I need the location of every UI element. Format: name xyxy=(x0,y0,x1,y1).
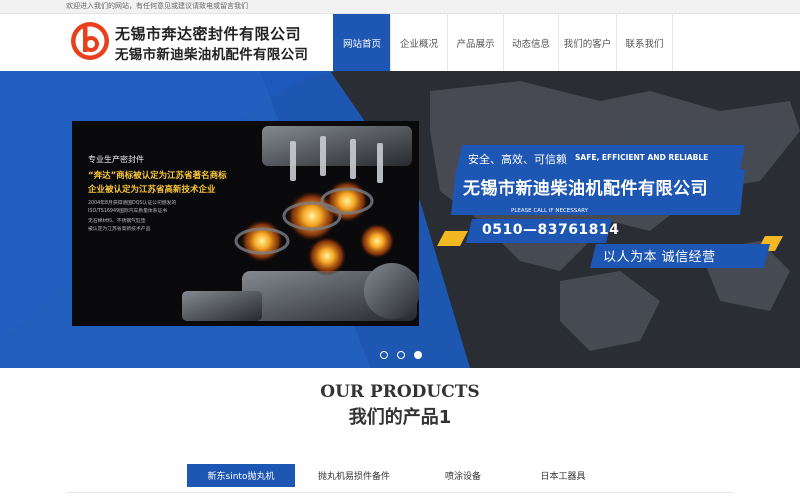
slider-dot-2[interactable] xyxy=(397,351,405,359)
banner-phone: 0510—83761814 xyxy=(482,222,620,238)
nav-news[interactable]: 动态信息 xyxy=(503,14,558,71)
hero-banner: 专业生产密封件 “奔达”商标被认定为江苏省著名商标 企业被认定为江苏省高新技术企… xyxy=(0,71,800,368)
engine-promo-image: 专业生产密封件 “奔达”商标被认定为江苏省著名商标 企业被认定为江苏省高新技术企… xyxy=(72,121,419,326)
company-name-primary: 无锡市奔达密封件有限公司 xyxy=(115,25,302,43)
banner-call-text: PLEASE CALL IF NECESSARY xyxy=(511,208,588,214)
engine-panel-small3: 无石棉材料、不锈钢气缸垫 xyxy=(88,219,146,224)
banner-company-name: 无锡市新迪柴油机配件有限公司 xyxy=(463,179,708,199)
engine-panel-small4: 被认定为江苏省高新技术产品 xyxy=(88,227,151,232)
products-section: OUR PRODUCTS 我们的产品1 新东sinto抛丸机 抛丸机易损件备件 … xyxy=(0,368,800,500)
tab-shot-blast-parts[interactable]: 抛丸机易损件备件 xyxy=(295,464,413,487)
nav-products[interactable]: 产品展示 xyxy=(447,14,503,71)
product-category-tabs: 新东sinto抛丸机 抛丸机易损件备件 喷涂设备 日本工器具 xyxy=(187,464,613,487)
engine-panel-line1: “奔达”商标被认定为江苏省著名商标 xyxy=(88,171,227,181)
engine-panel-title: 专业生产密封件 xyxy=(88,155,144,164)
main-nav: 网站首页 企业概况 产品展示 动态信息 我们的客户 联系我们 xyxy=(333,14,673,71)
tab-japan-tools[interactable]: 日本工器具 xyxy=(513,464,613,487)
engine-panel-line2: 企业被认定为江苏省高新技术企业 xyxy=(88,185,216,195)
company-logo-icon[interactable] xyxy=(70,21,110,61)
nav-contact[interactable]: 联系我们 xyxy=(616,14,673,71)
engine-panel-small1: 2004年8月获得德国DQS认证公司颁发的 xyxy=(88,201,177,206)
company-name-secondary: 无锡市新迪柴油机配件有限公司 xyxy=(115,47,309,63)
site-header: 无锡市奔达密封件有限公司 无锡市新迪柴油机配件有限公司 网站首页 企业概况 产品… xyxy=(0,14,800,71)
slider-dots xyxy=(380,351,422,359)
welcome-notice: 欢迎进入我们的网站，有任何意见或建议请致电或留言我们 xyxy=(66,2,248,10)
slider-dot-3[interactable] xyxy=(414,351,422,359)
engine-panel-small2: ISO/TS16949国际汽车质量体系证书 xyxy=(88,209,168,214)
products-title-cn: 我们的产品1 xyxy=(348,407,452,428)
banner-slogan-en: SAFE, EFFICIENT AND RELIABLE xyxy=(575,153,709,162)
nav-clients[interactable]: 我们的客户 xyxy=(558,14,616,71)
nav-home[interactable]: 网站首页 xyxy=(333,14,390,71)
tab-spray-equipment[interactable]: 喷涂设备 xyxy=(413,464,513,487)
nav-company-overview[interactable]: 企业概况 xyxy=(390,14,447,71)
slider-dot-1[interactable] xyxy=(380,351,388,359)
banner-motto: 以人为本 诚信经营 xyxy=(603,250,716,265)
banner-slogan-cn: 安全、高效、可信赖 xyxy=(468,153,567,166)
tabs-divider xyxy=(67,492,733,493)
top-notice-bar: 欢迎进入我们的网站，有任何意见或建议请致电或留言我们 xyxy=(0,0,800,14)
products-title-en: OUR PRODUCTS xyxy=(320,382,480,402)
tab-sinto-shot-blast[interactable]: 新东sinto抛丸机 xyxy=(187,464,295,487)
